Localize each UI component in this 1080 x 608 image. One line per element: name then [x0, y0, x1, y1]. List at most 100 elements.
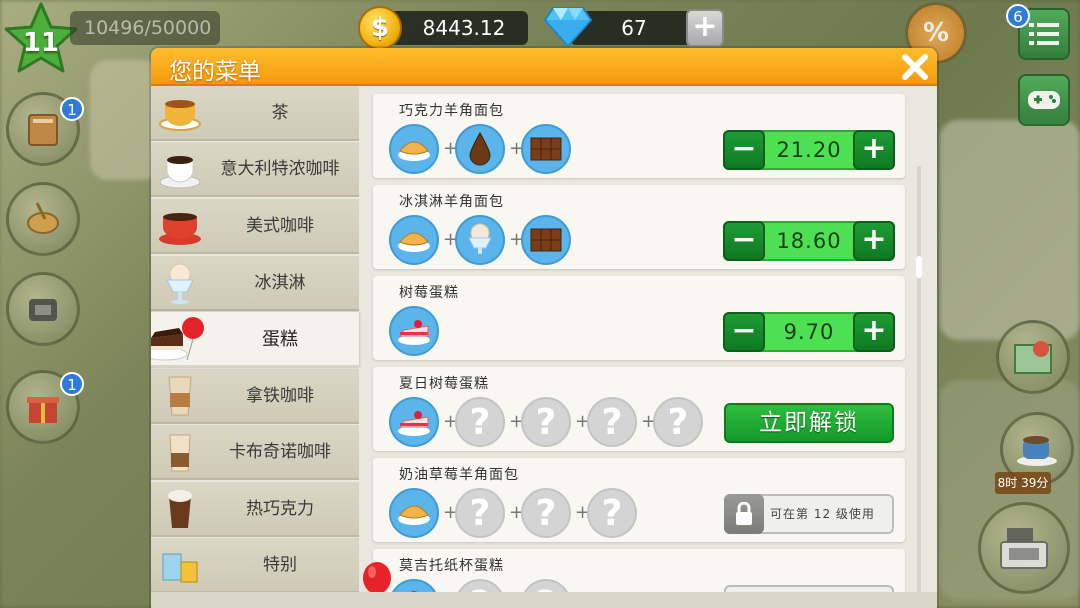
gift-icon — [27, 397, 59, 423]
book-icon — [28, 114, 58, 146]
close-icon — [902, 54, 928, 80]
locked-ingredient-icon: ? — [587, 397, 637, 447]
question-mark: ? — [469, 401, 491, 443]
chocolate-bar-icon — [521, 215, 571, 265]
raspberry-cake-icon — [389, 306, 439, 356]
gem-amount: 67 — [621, 16, 647, 40]
latte-icon — [168, 376, 192, 416]
category-cappuccino[interactable]: 卡布奇诺咖啡 — [151, 425, 359, 480]
espresso-icon — [159, 156, 201, 189]
level-number: 11 — [22, 28, 60, 58]
gamepad-icon — [1028, 91, 1060, 109]
croissant-icon — [389, 124, 439, 174]
unlock-now-button[interactable]: 立即解锁 — [724, 403, 894, 443]
scrollbar-track[interactable] — [917, 166, 921, 596]
category-label: 蛋糕 — [262, 329, 298, 350]
cash-register-button[interactable] — [978, 502, 1070, 594]
category-ice-cream[interactable]: 冰淇淋 — [151, 256, 359, 311]
locked-ingredient-icon: ? — [521, 397, 571, 447]
background-building — [940, 120, 1080, 340]
recipe-name: 夏日树莓蛋糕 — [399, 376, 489, 392]
add-gems-button[interactable]: + — [686, 9, 724, 47]
mixing-bowl-icon — [27, 202, 59, 234]
price-value: 21.20 — [776, 138, 842, 162]
category-americano[interactable]: 美式咖啡 — [151, 199, 359, 254]
price-stepper: − 18.60 + — [723, 221, 895, 261]
increase-price-button[interactable]: + — [853, 221, 895, 261]
notification-badge: 1 — [60, 97, 84, 121]
ice-cream-icon — [166, 263, 194, 304]
locked-ingredient-icon: ? — [455, 488, 505, 538]
locked-ingredient-icon: ? — [653, 397, 703, 447]
timer-label: 8时 39分 — [995, 472, 1051, 494]
cappuccino-icon — [169, 434, 191, 472]
map-icon — [1014, 341, 1052, 374]
recipe-name: 奶油草莓羊角面包 — [399, 467, 519, 483]
recipe-name: 树莓蛋糕 — [399, 285, 459, 301]
category-espresso[interactable]: 意大利特浓咖啡 — [151, 142, 359, 197]
recipe-name: 巧克力羊角面包 — [399, 103, 504, 119]
recipe-card: 冰淇淋羊角面包 + + − 18.60 + — [373, 185, 905, 269]
coin-balance: 8443.12 — [380, 11, 528, 45]
chocolate-bar-icon — [521, 124, 571, 174]
question-mark: ? — [469, 492, 491, 534]
level-badge[interactable]: 11 — [4, 2, 78, 74]
category-label: 卡布奇诺咖啡 — [229, 442, 331, 462]
question-mark: ? — [667, 401, 689, 443]
category-tea[interactable]: 茶 — [151, 86, 359, 141]
close-button[interactable] — [899, 51, 931, 83]
increase-price-button[interactable]: + — [853, 312, 895, 352]
question-mark: ? — [535, 401, 557, 443]
category-label: 热巧克力 — [246, 499, 314, 519]
recipe-name: 莫吉托纸杯蛋糕 — [399, 558, 504, 574]
percent-icon: % — [922, 18, 950, 48]
category-special[interactable]: 特别 — [151, 538, 359, 593]
category-label: 特别 — [263, 555, 297, 575]
question-mark: ? — [601, 492, 623, 534]
category-cake[interactable]: 蛋糕 — [151, 312, 359, 367]
special-icon — [162, 553, 198, 583]
notification-badge: 1 — [60, 372, 84, 396]
recipe-card: 树莓蛋糕 − 9.70 + — [373, 276, 905, 360]
question-mark: ? — [535, 492, 557, 534]
recipe-card: 夏日树莓蛋糕 + ? + ? + ? + ? 立即解锁 — [373, 367, 905, 451]
level-locked-badge: 可在第 12 级使用 — [724, 494, 894, 534]
recipe-name: 冰淇淋羊角面包 — [399, 194, 504, 210]
decrease-price-button[interactable]: − — [723, 312, 765, 352]
scrollbar-thumb[interactable] — [916, 256, 922, 278]
category-label: 意大利特浓咖啡 — [220, 159, 340, 179]
games-button[interactable] — [1018, 74, 1070, 126]
ice-cream-icon — [455, 215, 505, 265]
tea-icon — [159, 100, 201, 131]
recipe-list[interactable]: 巧克力羊角面包 + + − 21.20 + 冰淇淋羊角面包 + + − 18.6… — [367, 86, 937, 608]
locked-ingredient-icon: ? — [587, 488, 637, 538]
increase-price-button[interactable]: + — [853, 130, 895, 170]
hot-chocolate-icon — [168, 490, 192, 528]
americano-icon — [159, 213, 201, 245]
dialog-footer — [151, 592, 937, 608]
background-building — [90, 60, 160, 180]
map-button[interactable] — [996, 320, 1070, 394]
dialog-header: 您的菜单 — [151, 48, 937, 86]
coin-icon: $ — [358, 6, 402, 50]
category-latte[interactable]: 拿铁咖啡 — [151, 369, 359, 424]
list-icon — [1029, 23, 1059, 45]
decrease-price-button[interactable]: − — [723, 221, 765, 261]
phone-button[interactable] — [6, 272, 80, 346]
raspberry-cake-icon — [389, 397, 439, 447]
diamond-icon — [543, 7, 593, 48]
category-label: 茶 — [271, 103, 289, 123]
price-stepper: − 21.20 + — [723, 130, 895, 170]
menu-dialog: 您的菜单 茶 意大利特浓咖啡 美式咖啡 冰淇淋 蛋糕 拿铁咖啡 卡布奇诺咖啡 热… — [151, 48, 937, 608]
croissant-icon — [389, 488, 439, 538]
croissant-icon — [389, 215, 439, 265]
category-label: 美式咖啡 — [246, 216, 314, 236]
category-list: 茶 意大利特浓咖啡 美式咖啡 冰淇淋 蛋糕 拿铁咖啡 卡布奇诺咖啡 热巧克力 特… — [151, 86, 359, 608]
category-hot-chocolate[interactable]: 热巧克力 — [151, 482, 359, 537]
kitchen-button[interactable] — [6, 182, 80, 256]
coffee-cup-icon — [1017, 436, 1057, 466]
price-value: 18.60 — [776, 229, 842, 253]
decrease-price-button[interactable]: − — [723, 130, 765, 170]
category-label: 拿铁咖啡 — [246, 386, 314, 406]
cash-register-icon — [1000, 528, 1048, 569]
